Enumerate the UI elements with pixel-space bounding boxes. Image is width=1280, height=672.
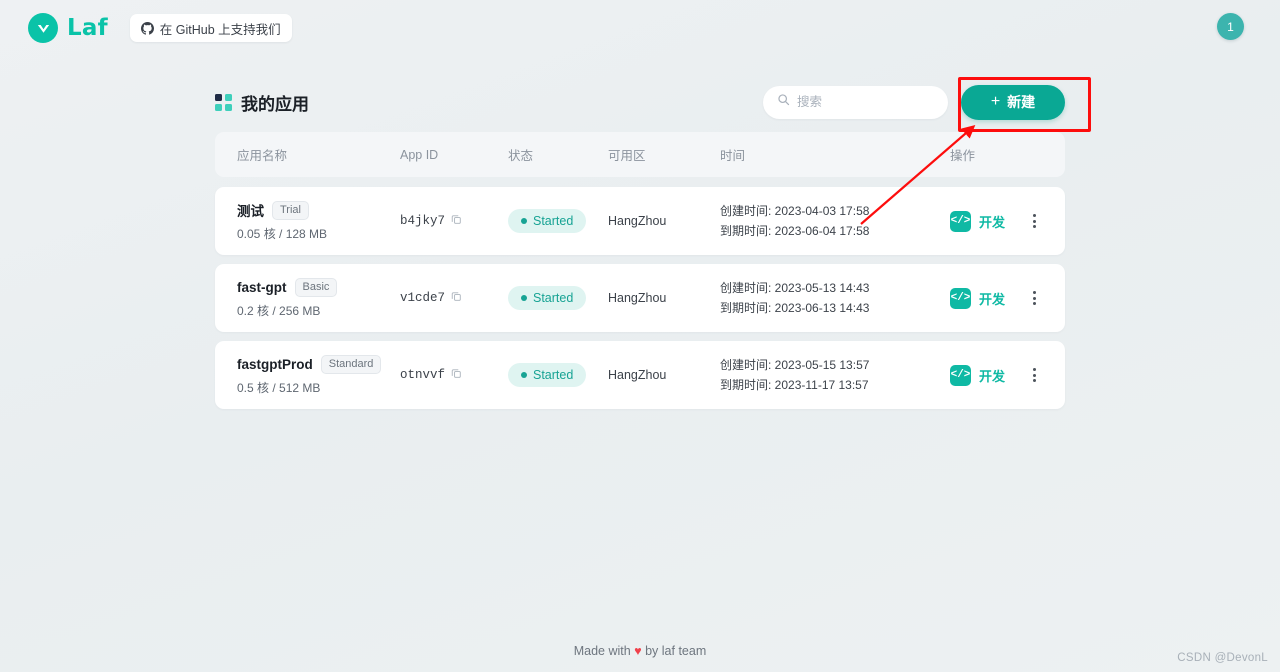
app-tier-badge: Trial <box>272 200 309 220</box>
expiry-time: 到期时间: 2023-06-04 17:58 <box>720 224 870 238</box>
user-avatar[interactable]: 1 <box>1217 13 1244 40</box>
app-tier-badge: Basic <box>294 277 338 297</box>
search-icon <box>777 93 790 111</box>
copy-icon[interactable] <box>451 366 462 384</box>
search-input[interactable] <box>797 95 934 109</box>
develop-label: 开发 <box>979 214 1006 230</box>
status-dot-icon <box>521 295 527 301</box>
cell-time: 创建时间: 2023-04-03 17:58 到期时间: 2023-06-04 … <box>720 201 950 241</box>
expiry-time: 到期时间: 2023-11-17 13:57 <box>720 378 869 392</box>
app-id-value: v1cde7 <box>400 291 446 305</box>
status-label: Started <box>533 291 574 305</box>
app-name-label: fastgptProd <box>237 356 313 372</box>
cell-time: 创建时间: 2023-05-15 13:57 到期时间: 2023-11-17 … <box>720 355 950 395</box>
column-header-name: 应用名称 <box>237 149 288 163</box>
table-row[interactable]: 测试 Trial 0.05 核 / 128 MB b4jky7 Started … <box>215 187 1065 255</box>
app-spec-label: 0.2 核 / 256 MB <box>237 303 321 318</box>
kebab-menu-icon[interactable] <box>1027 287 1042 309</box>
created-time: 创建时间: 2023-04-03 17:58 <box>720 204 870 218</box>
code-icon: </> <box>950 364 971 386</box>
github-icon <box>140 21 154 35</box>
github-support-button[interactable]: 在 GitHub 上支持我们 <box>129 14 292 42</box>
column-header-appid: App ID <box>400 147 439 162</box>
created-time: 创建时间: 2023-05-13 14:43 <box>720 281 870 295</box>
footer: Made with ♥ by laf team <box>0 644 1280 658</box>
github-support-label: 在 GitHub 上支持我们 <box>159 22 281 37</box>
avatar-label: 1 <box>1227 19 1234 34</box>
app-spec-label: 0.05 核 / 128 MB <box>237 227 328 241</box>
status-badge: Started <box>508 286 587 310</box>
footer-prefix: Made with <box>573 644 631 658</box>
app-name-label: 测试 <box>237 204 264 219</box>
develop-button[interactable]: </> 开发 <box>950 210 1006 232</box>
page-title: 我的应用 <box>215 90 309 115</box>
copy-icon[interactable] <box>451 212 462 230</box>
search-box[interactable] <box>763 85 948 119</box>
table-row[interactable]: fast-gpt Basic 0.2 核 / 256 MB v1cde7 Sta… <box>215 264 1065 332</box>
column-header-time: 时间 <box>720 149 746 163</box>
develop-label: 开发 <box>979 368 1006 384</box>
cell-actions: </> 开发 <box>950 287 1065 309</box>
watermark: CSDN @DevonL <box>1177 652 1268 664</box>
develop-label: 开发 <box>979 291 1006 307</box>
cell-app-name: fast-gpt Basic 0.2 核 / 256 MB <box>215 277 400 319</box>
page-title-label: 我的应用 <box>241 94 309 114</box>
status-dot-icon <box>521 218 527 224</box>
apps-page: 我的应用 + 新建 <box>215 72 1091 409</box>
code-icon: </> <box>950 210 971 232</box>
top-bar: Laf 在 GitHub 上支持我们 1 <box>0 0 1280 56</box>
app-id-value: b4jky7 <box>400 214 446 228</box>
logo-wordmark: Laf <box>67 15 108 41</box>
cell-status: Started <box>508 286 608 310</box>
kebab-menu-icon[interactable] <box>1027 210 1042 232</box>
brand-logo[interactable]: Laf <box>28 13 108 43</box>
copy-icon[interactable] <box>451 289 462 307</box>
app-spec-label: 0.5 核 / 512 MB <box>237 380 321 395</box>
column-header-action: 操作 <box>950 149 976 163</box>
cell-app-id: otnvvf <box>400 366 508 384</box>
code-icon: </> <box>950 287 971 309</box>
table-row[interactable]: fastgptProd Standard 0.5 核 / 512 MB otnv… <box>215 341 1065 409</box>
status-badge: Started <box>508 363 587 387</box>
grid-icon <box>215 93 232 111</box>
status-badge: Started <box>508 209 587 233</box>
new-app-label: 新建 <box>1007 94 1036 110</box>
cell-actions: </> 开发 <box>950 364 1065 386</box>
cell-app-name: fastgptProd Standard 0.5 核 / 512 MB <box>215 354 400 396</box>
cell-status: Started <box>508 363 608 387</box>
status-label: Started <box>533 214 574 228</box>
created-time: 创建时间: 2023-05-15 13:57 <box>720 358 870 372</box>
header-actions: + 新建 <box>763 84 1065 120</box>
cell-zone: HangZhou <box>608 368 667 382</box>
plus-icon: + <box>990 93 1001 110</box>
status-dot-icon <box>521 372 527 378</box>
app-list: 测试 Trial 0.05 核 / 128 MB b4jky7 Started … <box>215 187 1065 409</box>
develop-button[interactable]: </> 开发 <box>950 287 1006 309</box>
cell-app-id: v1cde7 <box>400 289 508 307</box>
cell-app-name: 测试 Trial 0.05 核 / 128 MB <box>215 200 400 242</box>
cell-zone: HangZhou <box>608 214 667 228</box>
column-header-state: 状态 <box>508 149 534 163</box>
cell-time: 创建时间: 2023-05-13 14:43 到期时间: 2023-06-13 … <box>720 278 950 318</box>
page-header: 我的应用 + 新建 <box>215 72 1065 132</box>
new-app-button[interactable]: + 新建 <box>961 84 1065 120</box>
laf-logo-icon <box>28 13 58 43</box>
cell-app-id: b4jky7 <box>400 212 508 230</box>
kebab-menu-icon[interactable] <box>1027 364 1042 386</box>
heart-icon: ♥ <box>634 644 642 658</box>
expiry-time: 到期时间: 2023-06-13 14:43 <box>720 301 870 315</box>
column-header-zone: 可用区 <box>608 149 646 163</box>
table-header-row: 应用名称 App ID 状态 可用区 时间 操作 <box>215 132 1065 177</box>
cell-status: Started <box>508 209 608 233</box>
app-id-value: otnvvf <box>400 368 446 382</box>
develop-button[interactable]: </> 开发 <box>950 364 1006 386</box>
cell-zone: HangZhou <box>608 291 667 305</box>
app-name-label: fast-gpt <box>237 279 287 295</box>
cell-actions: </> 开发 <box>950 210 1065 232</box>
footer-suffix: by laf team <box>645 644 707 658</box>
app-tier-badge: Standard <box>320 354 382 374</box>
status-label: Started <box>533 368 574 382</box>
